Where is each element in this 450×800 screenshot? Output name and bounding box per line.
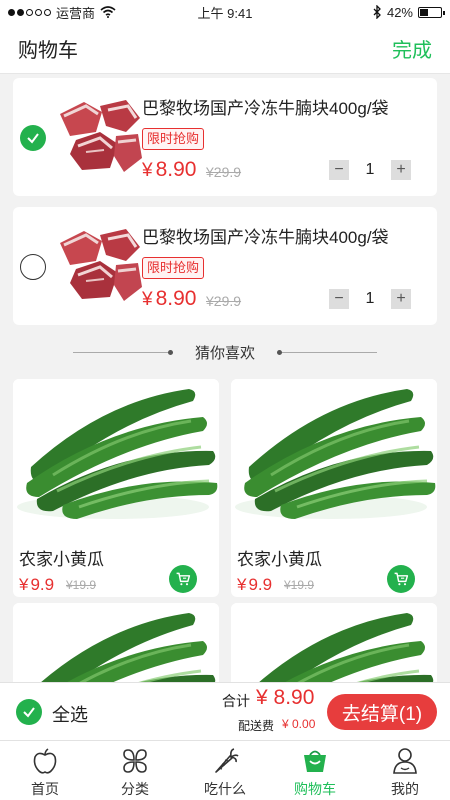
basket-icon <box>304 750 326 772</box>
tab-profile[interactable]: 我的 <box>360 741 450 800</box>
add-to-cart-button[interactable] <box>387 565 415 593</box>
increase-button[interactable]: + <box>391 160 411 180</box>
status-time: 上午 9:41 <box>197 5 253 21</box>
status-bar: 运营商 上午 9:41 42% <box>0 0 450 24</box>
cart-item: 巴黎牧场国产冷冻牛腩块400g/袋 限时抢购 ¥8.90 ¥29.9 − 1 + <box>13 207 437 325</box>
checkout-button[interactable]: 去结算(1) <box>327 694 437 730</box>
cart-icon <box>175 571 191 587</box>
product-name[interactable]: 农家小黄瓜 <box>19 545 104 570</box>
recommend-title: 猜你喜欢 <box>194 344 255 362</box>
check-icon <box>23 707 35 718</box>
battery-percent: 42% <box>386 4 413 20</box>
decrease-button[interactable]: − <box>329 160 349 180</box>
total-label: 合计 <box>222 693 250 709</box>
divider-line <box>277 349 377 355</box>
quantity-stepper: − 1 + <box>329 160 411 180</box>
product-image[interactable] <box>56 221 144 309</box>
check-icon <box>27 133 39 144</box>
done-button[interactable]: 完成 <box>392 34 432 63</box>
checkout-bar: 全选 合计 ¥ 8.90 配送费 ¥ 0.00 去结算(1) <box>0 682 450 740</box>
cart-icon <box>393 571 409 587</box>
product-image[interactable] <box>13 379 219 531</box>
product-image[interactable] <box>56 92 144 180</box>
item-checkbox-checked[interactable] <box>20 125 46 151</box>
flash-sale-tag: 限时抢购 <box>142 128 205 150</box>
recommend-card[interactable]: 农家小黄瓜 ¥9.9 ¥19.9 <box>231 379 437 597</box>
category-icon <box>123 749 147 773</box>
status-right: 42% <box>292 4 445 20</box>
carrier-label: 运营商 <box>56 5 96 21</box>
tab-cart[interactable]: 购物车 <box>270 741 360 800</box>
header: 购物车 完成 <box>0 24 450 74</box>
product-name[interactable]: 巴黎牧场国产冷冻牛腩块400g/袋 <box>142 94 389 119</box>
battery-icon <box>418 6 445 18</box>
product-image[interactable] <box>231 603 437 693</box>
signal-icon <box>8 8 51 16</box>
quantity-stepper: − 1 + <box>329 289 411 309</box>
wifi-icon <box>100 6 116 18</box>
select-all-label[interactable]: 全选 <box>52 701 88 727</box>
page-title: 购物车 <box>18 40 78 62</box>
add-to-cart-button[interactable] <box>169 565 197 593</box>
recommend-card[interactable] <box>231 603 437 693</box>
tab-category[interactable]: 分类 <box>90 741 180 800</box>
status-left: 运营商 <box>8 3 158 22</box>
total-price: ¥ 8.90 <box>256 686 315 709</box>
decrease-button[interactable]: − <box>329 289 349 309</box>
user-icon <box>393 748 417 774</box>
select-all-checkbox[interactable] <box>16 699 42 725</box>
cart-item: 巴黎牧场国产冷冻牛腩块400g/袋 限时抢购 ¥8.90 ¥29.9 − 1 + <box>13 78 437 196</box>
quantity-value: 1 <box>365 290 375 307</box>
shipping-label: 配送费 <box>238 719 275 733</box>
recommend-card[interactable]: 农家小黄瓜 ¥9.9 ¥19.9 <box>13 379 219 597</box>
divider-line <box>72 349 173 355</box>
carrot-icon <box>215 748 239 773</box>
recommend-card[interactable] <box>13 603 219 693</box>
bluetooth-icon <box>373 5 381 19</box>
product-image[interactable] <box>13 603 219 693</box>
tab-bar: 首页 分类 吃什么 购物车 我的 <box>0 740 450 800</box>
apple-icon <box>33 748 57 774</box>
product-name[interactable]: 巴黎牧场国产冷冻牛腩块400g/袋 <box>142 223 389 248</box>
quantity-value: 1 <box>365 161 375 178</box>
tab-home[interactable]: 首页 <box>0 741 90 800</box>
tab-what-to-eat[interactable]: 吃什么 <box>180 741 270 800</box>
product-price: ¥9.9 <box>19 575 55 594</box>
flash-sale-tag: 限时抢购 <box>142 257 205 279</box>
original-price: ¥29.9 <box>206 293 242 309</box>
original-price: ¥19.9 <box>66 578 97 592</box>
product-name[interactable]: 农家小黄瓜 <box>237 545 322 570</box>
shipping-fee: ¥ 0.00 <box>282 717 316 731</box>
product-price: ¥8.90 <box>142 287 197 310</box>
original-price: ¥19.9 <box>284 578 315 592</box>
recommend-divider: 猜你喜欢 <box>0 340 450 364</box>
product-image[interactable] <box>231 379 437 531</box>
item-checkbox-unchecked[interactable] <box>20 254 46 280</box>
product-price: ¥8.90 <box>142 158 197 181</box>
increase-button[interactable]: + <box>391 289 411 309</box>
product-price: ¥9.9 <box>237 575 273 594</box>
original-price: ¥29.9 <box>206 164 242 180</box>
